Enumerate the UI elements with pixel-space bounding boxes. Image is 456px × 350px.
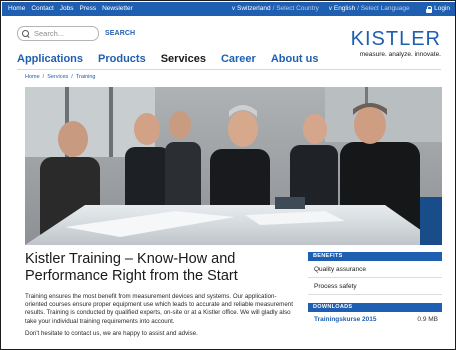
nav-item-applications[interactable]: Applications	[17, 53, 83, 65]
chevron-down-icon: v	[328, 5, 332, 12]
language-hint: / Select Language	[357, 5, 410, 12]
intro-text: Training ensures the most benefit from m…	[25, 293, 295, 338]
download-item[interactable]: Trainingskurse 2015 0.9 MB	[308, 312, 442, 327]
search-input[interactable]	[34, 29, 94, 38]
utility-link-newsletter[interactable]: Newsletter	[102, 5, 133, 12]
search-box	[17, 26, 99, 41]
page-title: Kistler Training – Know-How and Performa…	[25, 251, 238, 284]
lock-icon	[426, 5, 433, 13]
utility-link-jobs[interactable]: Jobs	[60, 5, 74, 12]
main-navigation: Applications Products Services Career Ab…	[17, 53, 319, 65]
nav-item-services[interactable]: Services	[161, 53, 206, 65]
benefit-quality-assurance[interactable]: Quality assurance	[308, 261, 442, 278]
search-button[interactable]: SEARCH	[105, 30, 135, 37]
country-hint: / Select Country	[272, 5, 319, 12]
login-label: Login	[434, 5, 450, 12]
language-value: English	[333, 5, 356, 12]
contact-paragraph: Don't hesitate to contact us, we are hap…	[25, 329, 198, 337]
breadcrumb: Home / Services / Training	[25, 74, 96, 80]
kistler-logo[interactable]: KISTLER measure. analyze. innovate.	[341, 29, 441, 58]
search-icon	[22, 29, 30, 38]
nav-divider	[17, 69, 441, 70]
breadcrumb-home[interactable]: Home	[25, 74, 40, 80]
benefits-heading: BENEFITS	[308, 252, 442, 261]
utility-link-press[interactable]: Press	[79, 5, 96, 12]
browser-page: Home Contact Jobs Press Newsletter v Swi…	[0, 0, 456, 350]
nav-item-about-us[interactable]: About us	[271, 53, 319, 65]
language-selector[interactable]: v English / Select Language	[329, 5, 410, 12]
download-size: 0.9 MB	[417, 316, 438, 323]
download-name[interactable]: Trainingskurse 2015	[314, 312, 377, 327]
breadcrumb-separator: /	[42, 74, 45, 80]
utility-links: Home Contact Jobs Press Newsletter	[8, 5, 133, 12]
logo-tagline: measure. analyze. innovate.	[359, 51, 441, 58]
utility-link-contact[interactable]: Contact	[31, 5, 53, 12]
nav-item-products[interactable]: Products	[98, 53, 146, 65]
hero-image	[25, 87, 442, 245]
breadcrumb-separator: /	[71, 74, 73, 80]
logo-wordmark: KISTLER	[350, 28, 441, 50]
benefit-process-safety[interactable]: Process safety	[308, 278, 442, 295]
top-utility-bar: Home Contact Jobs Press Newsletter v Swi…	[2, 2, 455, 16]
breadcrumb-services[interactable]: Services	[47, 74, 68, 80]
breadcrumb-training[interactable]: Training	[76, 74, 96, 80]
downloads-heading: DOWNLOADS	[308, 303, 442, 312]
team-training-photo-icon	[25, 87, 442, 245]
locale-selectors: v Switzerland / Select Country v English…	[232, 5, 410, 12]
login-link[interactable]: Login	[426, 5, 450, 13]
country-value: Switzerland	[237, 5, 271, 12]
chevron-down-icon: v	[232, 5, 235, 12]
nav-item-career[interactable]: Career	[221, 53, 256, 65]
intro-paragraph: Training ensures the most benefit from m…	[25, 293, 293, 325]
right-sidebar: BENEFITS Quality assurance Process safet…	[308, 252, 442, 327]
utility-link-home[interactable]: Home	[8, 5, 25, 12]
country-selector[interactable]: v Switzerland / Select Country	[232, 5, 319, 12]
